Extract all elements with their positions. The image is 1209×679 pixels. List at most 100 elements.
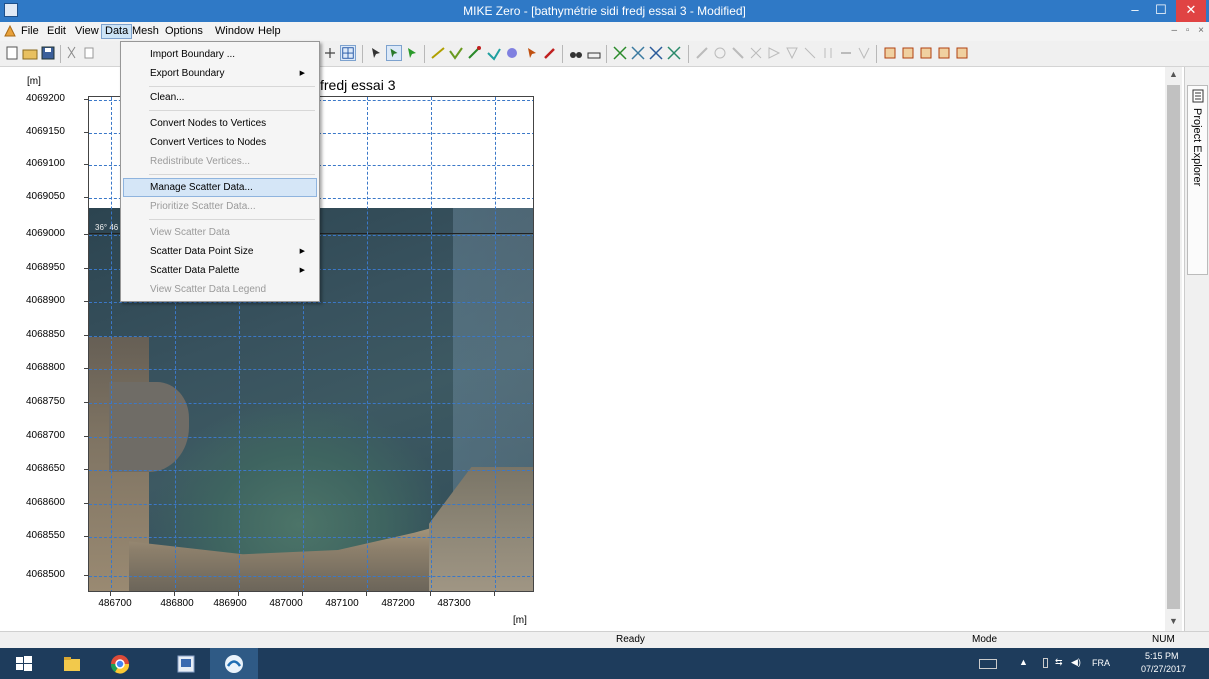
measure-icon[interactable] xyxy=(586,45,602,61)
y-tick-label: 4068500 xyxy=(26,569,65,580)
mesh-generate-icon[interactable] xyxy=(612,45,628,61)
select-icon[interactable] xyxy=(368,45,384,61)
disabled-tool-4-icon xyxy=(750,47,762,59)
menu-item-scatter-data-point-size[interactable]: Scatter Data Point Size ▶ xyxy=(123,242,317,261)
y-tick-label: 4069150 xyxy=(26,126,65,137)
bc-tool-4-icon[interactable] xyxy=(936,45,952,61)
mdi-window-controls[interactable]: – ▫ × xyxy=(1171,25,1207,36)
new-file-icon[interactable] xyxy=(4,45,20,61)
mesh-analyze-icon[interactable] xyxy=(648,45,664,61)
menu-item-manage-scatter-data[interactable]: Manage Scatter Data... xyxy=(123,178,317,197)
menu-options[interactable]: Options xyxy=(162,24,206,39)
mesh-smooth-icon[interactable] xyxy=(630,45,646,61)
shallow-bay xyxy=(149,397,449,557)
copy-icon[interactable] xyxy=(82,45,98,61)
draw-polyline-icon[interactable] xyxy=(448,45,464,61)
draw-line-icon[interactable] xyxy=(430,45,446,61)
title-bar: MIKE Zero - [bathymétrie sidi fredj essa… xyxy=(0,0,1209,22)
y-tick-label: 4068650 xyxy=(26,463,65,474)
select-area-icon[interactable] xyxy=(386,45,402,61)
menu-item-label: Scatter Data Point Size xyxy=(150,246,254,257)
menu-item-label: Manage Scatter Data... xyxy=(150,182,253,193)
disabled-tool-5-icon xyxy=(768,47,781,59)
y-tick-label: 4068550 xyxy=(26,530,65,541)
mike-document-icon xyxy=(177,655,195,673)
clock-date[interactable]: 07/27/2017 xyxy=(1141,664,1186,674)
menu-item-label: Export Boundary xyxy=(150,68,225,79)
language-indicator[interactable]: FRA xyxy=(1092,658,1110,668)
taskbar-mike-zero[interactable] xyxy=(210,648,258,679)
y-tick-label: 4068950 xyxy=(26,262,65,273)
windows-logo-icon xyxy=(16,656,32,671)
menu-item-export-boundary[interactable]: Export Boundary ▶ xyxy=(123,64,317,83)
volume-icon[interactable]: ◀) xyxy=(1071,657,1081,668)
cut-icon[interactable] xyxy=(64,45,80,61)
menu-file[interactable]: File xyxy=(18,24,42,39)
taskbar-mike-document[interactable] xyxy=(162,648,210,679)
taskbar: ▲ ⇆ ◀) FRA 5:15 PM 07/27/2017 xyxy=(0,648,1209,679)
battery-icon[interactable] xyxy=(1043,658,1048,668)
menu-view[interactable]: View xyxy=(72,24,102,39)
y-tick-label: 4068600 xyxy=(26,497,65,508)
submenu-arrow-icon: ▶ xyxy=(299,267,305,274)
menu-item-import-boundary[interactable]: Import Boundary ... xyxy=(123,45,317,64)
bc-tool-5-icon[interactable] xyxy=(954,45,970,61)
menu-bar: File Edit View Data Mesh Options Window … xyxy=(0,22,1209,41)
vertical-scrollbar[interactable]: ▲ ▼ xyxy=(1165,67,1182,631)
menu-item-convert-vertices-to-nodes[interactable]: Convert Vertices to Nodes xyxy=(123,133,317,152)
menu-item-scatter-data-palette[interactable]: Scatter Data Palette ▶ xyxy=(123,261,317,280)
chrome-icon xyxy=(110,655,130,674)
menu-item-label: Redistribute Vertices... xyxy=(150,156,251,167)
close-button[interactable]: ✕ xyxy=(1176,0,1206,22)
menu-item-clean[interactable]: Clean... xyxy=(123,88,317,107)
x-tick-label: 487300 xyxy=(437,598,471,609)
polygon-edit-icon[interactable] xyxy=(504,45,520,61)
taskbar-file-explorer[interactable] xyxy=(48,648,96,679)
project-explorer-tab[interactable]: Project Explorer xyxy=(1187,85,1208,275)
bc-tool-1-icon[interactable] xyxy=(882,45,898,61)
bc-tool-3-icon[interactable] xyxy=(918,45,934,61)
x-tick-label: 487200 xyxy=(381,598,415,609)
folder-icon xyxy=(64,657,80,671)
menu-window[interactable]: Window xyxy=(212,24,257,39)
move-point-icon[interactable] xyxy=(404,45,420,61)
y-tick-label: 4069100 xyxy=(26,158,65,169)
disabled-tool-1-icon xyxy=(696,47,708,59)
menu-item-convert-nodes-to-vertices[interactable]: Convert Nodes to Vertices xyxy=(123,114,317,133)
point-tool-icon[interactable] xyxy=(524,45,540,61)
menu-mesh[interactable]: Mesh xyxy=(129,24,162,39)
pen-tool-icon[interactable] xyxy=(542,45,558,61)
y-tick-label: 4068750 xyxy=(26,396,65,407)
menu-data[interactable]: Data xyxy=(101,24,133,39)
menu-edit[interactable]: Edit xyxy=(44,24,69,39)
taskbar-chrome[interactable] xyxy=(96,648,144,679)
menu-help[interactable]: Help xyxy=(255,24,284,39)
latitude-label: 36° 46 xyxy=(95,223,119,232)
window-title: MIKE Zero - [bathymétrie sidi fredj essa… xyxy=(463,4,746,18)
scroll-down-icon[interactable]: ▼ xyxy=(1165,616,1182,626)
x-axis-unit: [m] xyxy=(513,615,527,626)
scrollbar-thumb[interactable] xyxy=(1167,85,1180,609)
maximize-button[interactable]: ☐ xyxy=(1146,0,1176,22)
bc-tool-2-icon[interactable] xyxy=(900,45,916,61)
binoculars-icon[interactable] xyxy=(568,45,584,61)
open-folder-icon[interactable] xyxy=(22,45,38,61)
draw-arc-icon[interactable] xyxy=(466,45,482,61)
network-icon[interactable]: ⇆ xyxy=(1055,657,1063,668)
menu-item-redistribute-vertices: Redistribute Vertices... xyxy=(123,152,317,171)
clock-time[interactable]: 5:15 PM xyxy=(1145,651,1179,661)
status-text: Ready xyxy=(616,634,645,645)
show-hidden-icons[interactable]: ▲ xyxy=(1019,657,1028,667)
mode-indicator: Mode xyxy=(972,634,998,645)
scroll-up-icon[interactable]: ▲ xyxy=(1165,69,1182,79)
save-icon[interactable] xyxy=(40,45,56,61)
submenu-arrow-icon: ▶ xyxy=(299,248,305,255)
x-tick-label: 487000 xyxy=(269,598,303,609)
grid-tool-icon[interactable] xyxy=(322,45,338,61)
vertex-edit-icon[interactable] xyxy=(486,45,502,61)
keyboard-icon[interactable] xyxy=(979,659,997,669)
start-button[interactable] xyxy=(0,648,48,679)
mesh-refine-icon[interactable] xyxy=(666,45,682,61)
menu-item-label: Clean... xyxy=(150,92,185,103)
mesh-view-icon[interactable] xyxy=(340,45,356,61)
